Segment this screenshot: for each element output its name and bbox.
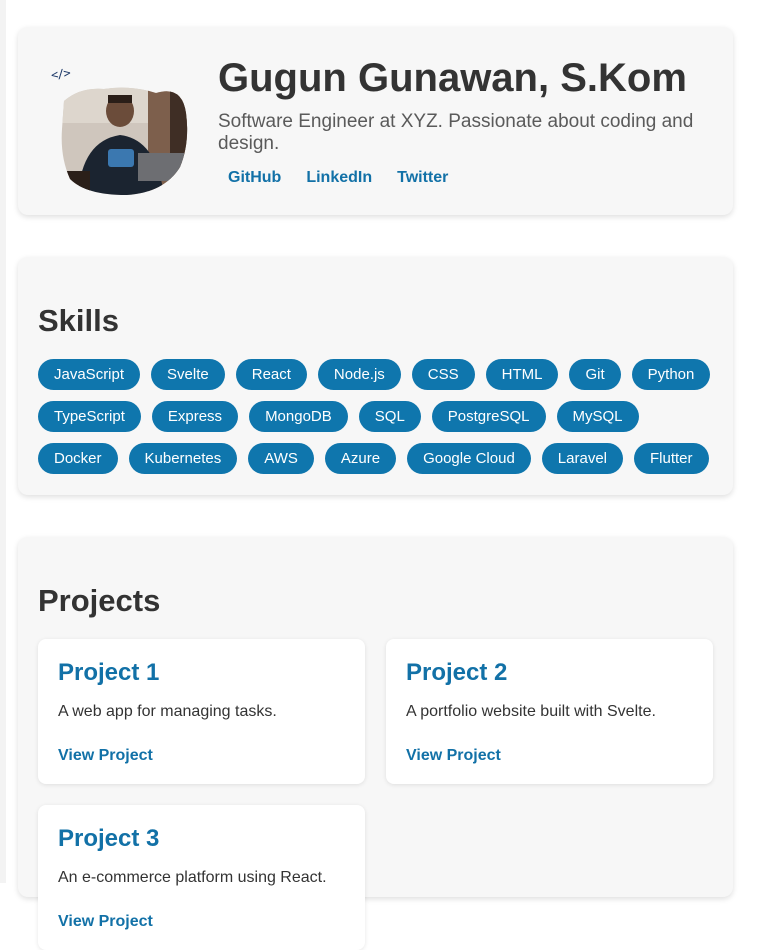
- skill-tag: AWS: [248, 443, 314, 474]
- skill-tag: Python: [631, 359, 711, 390]
- skill-tag: Docker: [38, 443, 118, 474]
- github-link[interactable]: GitHub: [228, 169, 281, 187]
- projects-title: Projects: [38, 583, 161, 618]
- skill-tag: Azure: [324, 443, 397, 474]
- skill-tag: Svelte: [151, 359, 225, 390]
- skills-title: Skills: [38, 303, 119, 338]
- skill-tag: CSS: [411, 359, 475, 390]
- project-card: Project 2 A portfolio website built with…: [386, 639, 713, 784]
- skill-tag: Express: [151, 401, 239, 432]
- project-title: Project 1: [58, 659, 160, 686]
- skill-tag: PostgreSQL: [431, 401, 546, 432]
- skill-tag: HTML: [485, 359, 559, 390]
- linkedin-link[interactable]: LinkedIn: [306, 169, 372, 187]
- project-title: Project 3: [58, 825, 160, 852]
- skill-tag: React: [235, 359, 307, 390]
- avatar: [61, 87, 188, 195]
- skill-tag: Google Cloud: [407, 443, 531, 474]
- left-edge: [0, 0, 6, 883]
- skill-tag: Laravel: [541, 443, 623, 474]
- project-card: Project 3 An e-commerce platform using R…: [38, 805, 365, 950]
- skill-tag: Kubernetes: [128, 443, 238, 474]
- skill-tag: MongoDB: [249, 401, 348, 432]
- project-description: An e-commerce platform using React.: [58, 869, 327, 886]
- skill-tag: Node.js: [317, 359, 401, 390]
- social-links: GitHub LinkedIn Twitter: [228, 169, 448, 187]
- skill-tag: Flutter: [634, 443, 709, 474]
- view-project-link[interactable]: View Project: [58, 913, 153, 931]
- skill-tag: SQL: [358, 401, 421, 432]
- profile-card: </> Gugun Gunawan, S.Kom Software Engine…: [18, 27, 733, 215]
- projects-card: Projects Project 1 A web app for managin…: [18, 537, 733, 950]
- skill-tag: MySQL: [556, 401, 639, 432]
- skills-card: Skills JavaScript Svelte React Node.js C…: [18, 257, 733, 495]
- skill-tag: JavaScript: [38, 359, 141, 390]
- skill-tags: JavaScript Svelte React Node.js CSS HTML…: [38, 359, 728, 474]
- skill-tag: TypeScript: [38, 401, 141, 432]
- view-project-link[interactable]: View Project: [406, 747, 501, 765]
- profile-tagline: Software Engineer at XYZ. Passionate abo…: [218, 111, 694, 154]
- view-project-link[interactable]: View Project: [58, 747, 153, 765]
- code-logo: </>: [50, 65, 71, 83]
- project-description: A portfolio website built with Svelte.: [406, 703, 656, 720]
- project-card: Project 1 A web app for managing tasks. …: [38, 639, 365, 784]
- project-title: Project 2: [406, 659, 508, 686]
- profile-name: Gugun Gunawan, S.Kom: [218, 56, 687, 100]
- project-description: A web app for managing tasks.: [58, 703, 277, 720]
- skill-tag: Git: [569, 359, 621, 390]
- twitter-link[interactable]: Twitter: [397, 169, 448, 187]
